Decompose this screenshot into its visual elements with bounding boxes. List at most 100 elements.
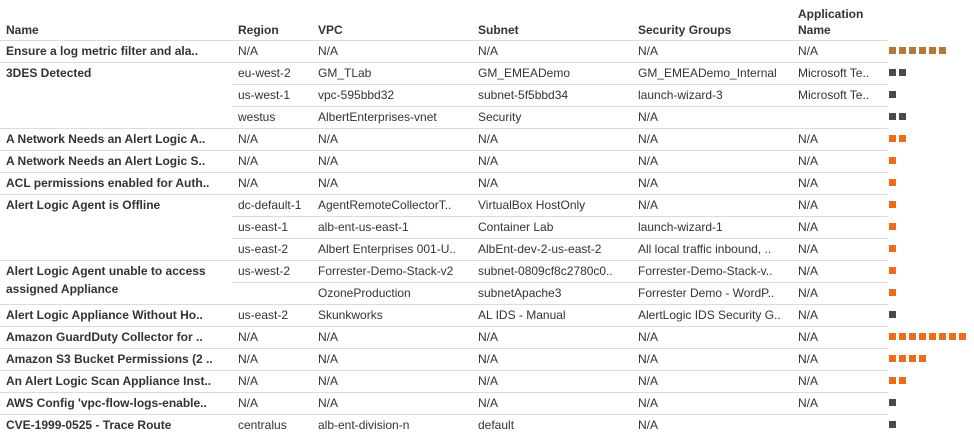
finding-name[interactable]: CVE-1999-0525 - Trace Route — [6, 414, 232, 436]
cell-sg: Forrester-Demo-Stack-v.. — [638, 264, 773, 278]
cell-app: N/A — [798, 308, 819, 322]
cell-vpc: N/A — [318, 352, 339, 366]
finding-name[interactable]: Alert Logic Agent is Offline — [6, 194, 232, 260]
cell-subnet: Container Lab — [478, 220, 554, 234]
cell-region: us-east-2 — [238, 308, 289, 322]
cell-app: N/A — [798, 242, 819, 256]
cell-sg: launch-wizard-3 — [638, 88, 723, 102]
severity-indicator — [889, 223, 896, 231]
cell-vpc: N/A — [318, 154, 339, 168]
severity-block — [889, 223, 896, 230]
cell-app: Microsoft Te.. — [798, 66, 870, 80]
severity-block — [889, 157, 896, 164]
cell-sg: launch-wizard-1 — [638, 220, 723, 234]
cell-vpc: Forrester-Demo-Stack-v2 — [318, 264, 454, 278]
cell-app: Microsoft Te.. — [798, 88, 870, 102]
cell-subnet: subnet-0809cf8c2780c0.. — [478, 264, 613, 278]
cell-vpc: GM_TLab — [318, 66, 372, 80]
severity-indicator — [889, 355, 926, 363]
severity-block — [899, 135, 906, 142]
severity-indicator — [889, 91, 896, 99]
finding-name[interactable]: Alert Logic Agent unable to access assig… — [6, 262, 232, 306]
cell-region: N/A — [238, 330, 259, 344]
finding-name[interactable]: Amazon S3 Bucket Permissions (2 .. — [6, 348, 232, 370]
cell-subnet: N/A — [478, 132, 499, 146]
severity-indicator — [889, 399, 896, 407]
finding-name[interactable]: A Network Needs an Alert Logic S.. — [6, 150, 232, 172]
column-header-security-groups[interactable]: Security Groups — [638, 0, 788, 40]
severity-indicator — [889, 267, 896, 275]
column-header-application-name[interactable]: Application Name — [798, 0, 888, 40]
severity-block — [899, 355, 906, 362]
cell-app: N/A — [798, 374, 819, 388]
severity-indicator — [889, 311, 896, 319]
cell-region: N/A — [238, 176, 259, 190]
severity-block — [889, 47, 896, 54]
severity-block — [889, 135, 896, 142]
column-header-vpc[interactable]: VPC — [318, 0, 468, 40]
severity-block — [889, 377, 896, 384]
cell-app: N/A — [798, 396, 819, 410]
finding-name[interactable]: 3DES Detected — [6, 62, 232, 128]
severity-block — [909, 355, 916, 362]
severity-indicator — [889, 245, 896, 253]
cell-sg: N/A — [638, 132, 659, 146]
cell-vpc: vpc-595bbd32 — [318, 88, 395, 102]
finding-name[interactable]: Ensure a log metric filter and ala.. — [6, 40, 232, 62]
finding-name[interactable]: An Alert Logic Scan Appliance Inst.. — [6, 370, 232, 392]
severity-block — [889, 289, 896, 296]
finding-name[interactable]: ACL permissions enabled for Auth.. — [6, 172, 232, 194]
severity-indicator — [889, 289, 896, 297]
cell-app: N/A — [798, 352, 819, 366]
cell-app: N/A — [798, 220, 819, 234]
cell-vpc: AlbertEnterprises-vnet — [318, 110, 437, 124]
severity-block — [899, 69, 906, 76]
cell-sg: N/A — [638, 330, 659, 344]
finding-name[interactable]: AWS Config 'vpc-flow-logs-enable.. — [6, 392, 232, 414]
cell-vpc: Albert Enterprises 001-U.. — [318, 242, 457, 256]
cell-vpc: N/A — [318, 132, 339, 146]
severity-indicator — [889, 333, 966, 341]
cell-sg: N/A — [638, 110, 659, 124]
cell-subnet: N/A — [478, 374, 499, 388]
cell-app: N/A — [798, 330, 819, 344]
cell-sg: Forrester Demo - WordP.. — [638, 286, 775, 300]
finding-name[interactable]: A Network Needs an Alert Logic A.. — [6, 128, 232, 150]
cell-region: N/A — [238, 374, 259, 388]
cell-vpc: N/A — [318, 44, 339, 58]
severity-indicator — [889, 157, 896, 165]
cell-sg: GM_EMEADemo_Internal — [638, 66, 777, 80]
severity-block — [889, 421, 896, 428]
cell-subnet: AL IDS - Manual — [478, 308, 566, 322]
severity-block — [959, 333, 966, 340]
column-header-name[interactable]: Name — [6, 0, 226, 40]
cell-app: N/A — [798, 176, 819, 190]
cell-vpc: alb-ent-us-east-1 — [318, 220, 409, 234]
cell-app: N/A — [798, 198, 819, 212]
column-header-subnet[interactable]: Subnet — [478, 0, 628, 40]
cell-vpc: N/A — [318, 330, 339, 344]
finding-name[interactable]: Amazon GuardDuty Collector for .. — [6, 326, 232, 348]
severity-block — [899, 333, 906, 340]
column-header-region[interactable]: Region — [238, 0, 314, 40]
severity-block — [889, 245, 896, 252]
cell-subnet: GM_EMEADemo — [478, 66, 571, 80]
cell-subnet: subnet-5f5bbd34 — [478, 88, 569, 102]
severity-block — [919, 47, 926, 54]
finding-name[interactable]: Alert Logic Appliance Without Ho.. — [6, 304, 232, 326]
cell-vpc: N/A — [318, 396, 339, 410]
cell-region: N/A — [238, 396, 259, 410]
severity-indicator — [889, 113, 906, 121]
severity-block — [919, 333, 926, 340]
severity-indicator — [889, 69, 906, 77]
cell-region: dc-default-1 — [238, 198, 302, 212]
severity-block — [899, 113, 906, 120]
cell-region: us-west-1 — [238, 88, 291, 102]
cell-vpc: OzoneProduction — [318, 286, 411, 300]
cell-app: N/A — [798, 154, 819, 168]
cell-subnet: VirtualBox HostOnly — [478, 198, 586, 212]
severity-block — [889, 69, 896, 76]
severity-block — [929, 47, 936, 54]
severity-block — [889, 113, 896, 120]
cell-region: eu-west-2 — [238, 66, 291, 80]
